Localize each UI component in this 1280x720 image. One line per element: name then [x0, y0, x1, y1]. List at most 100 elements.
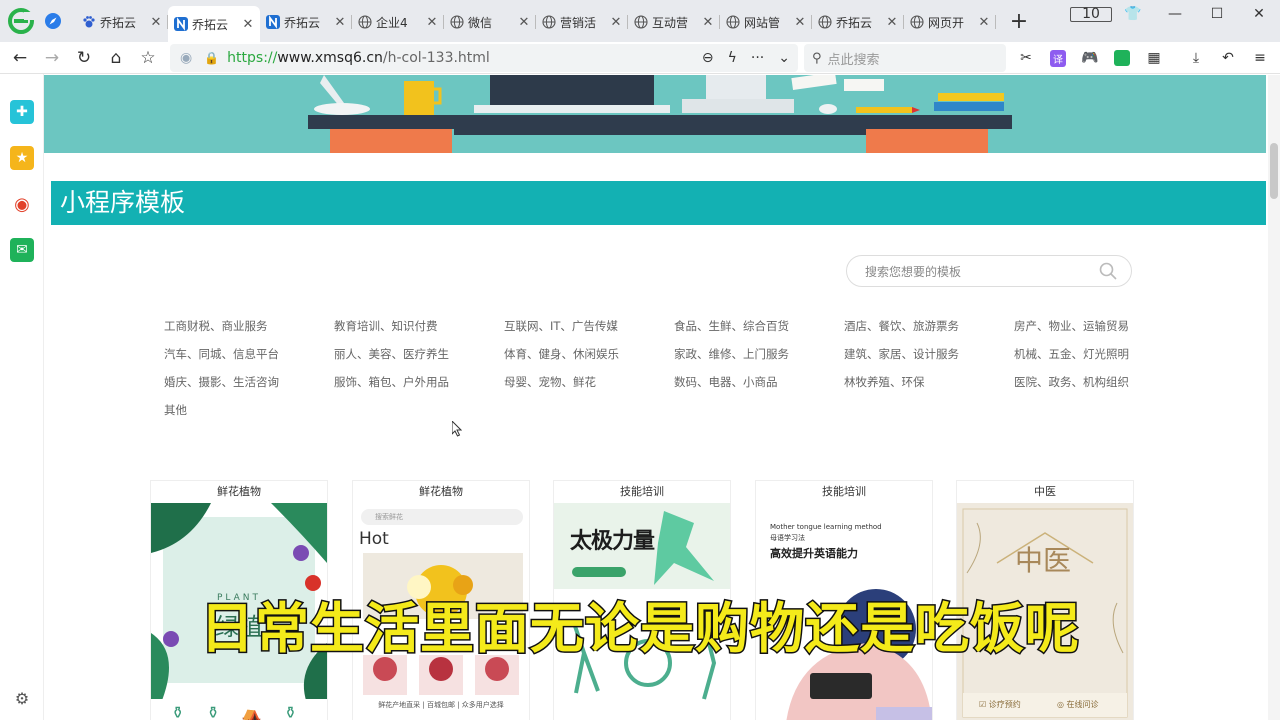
- reload-button[interactable]: ↻: [68, 48, 100, 68]
- sidebar-weibo-icon[interactable]: ◉: [10, 192, 34, 216]
- forward-button[interactable]: →: [36, 48, 68, 68]
- undo-icon[interactable]: ↶: [1218, 48, 1238, 68]
- card-image-footer: 鲜花产地直采 | 百城包邮 | 众多用户选择: [378, 701, 504, 709]
- tab-close-icon[interactable]: ✕: [334, 15, 346, 30]
- browser-logo-icon[interactable]: [8, 8, 34, 34]
- template-search-input[interactable]: 搜索您想要的模板: [846, 255, 1132, 287]
- category-link[interactable]: 服饰、箱包、户外用品: [334, 374, 504, 391]
- category-link[interactable]: 食品、生鲜、综合百货: [674, 318, 844, 335]
- tab-close-icon[interactable]: ✕: [978, 15, 990, 30]
- globe-icon: [542, 15, 560, 29]
- minimize-button[interactable]: —: [1154, 6, 1196, 22]
- category-link[interactable]: 体育、健身、休闲娱乐: [504, 346, 674, 363]
- category-link[interactable]: 互联网、IT、广告传媒: [504, 318, 674, 335]
- site-info-icon[interactable]: ◉: [180, 50, 192, 66]
- reader-icon[interactable]: [1112, 48, 1132, 68]
- tab-close-icon[interactable]: ✕: [610, 15, 622, 30]
- category-link[interactable]: 家政、维修、上门服务: [674, 346, 844, 363]
- globe-icon: [910, 15, 928, 29]
- tab-label: 乔拓云: [192, 17, 229, 32]
- category-link[interactable]: 其他: [164, 402, 334, 419]
- browser-tab[interactable]: 微信 ✕: [444, 6, 536, 38]
- zoom-icon[interactable]: ⊖: [702, 50, 714, 66]
- scrollbar-thumb[interactable]: [1270, 143, 1278, 199]
- card-title: 中医: [1034, 485, 1056, 498]
- category-link[interactable]: 数码、电器、小商品: [674, 374, 844, 391]
- category-link[interactable]: 酒店、餐饮、旅游票务: [844, 318, 1014, 335]
- n-logo-icon: [266, 15, 284, 29]
- browser-tab[interactable]: 互动营 ✕: [628, 6, 720, 38]
- card-image-text: 高效提升英语能力: [770, 547, 858, 560]
- tab-close-icon[interactable]: ✕: [794, 15, 806, 30]
- globe-icon: [450, 15, 468, 29]
- favorites-star-icon[interactable]: ☆: [132, 48, 164, 68]
- category-link[interactable]: 房产、物业、运输贸易: [1014, 318, 1184, 335]
- tab-close-icon[interactable]: ✕: [518, 15, 530, 30]
- browser-tab[interactable]: 企业4 ✕: [352, 6, 444, 38]
- scissors-icon[interactable]: ✂: [1016, 48, 1036, 68]
- translate-icon[interactable]: 译: [1048, 48, 1068, 68]
- home-button[interactable]: ⌂: [100, 48, 132, 68]
- tab-label: 网页开: [928, 15, 965, 30]
- category-link[interactable]: 丽人、美容、医疗养生: [334, 346, 504, 363]
- apps-grid-icon[interactable]: ▦: [1144, 48, 1164, 68]
- menu-icon[interactable]: ≡: [1250, 48, 1270, 68]
- card-title: 鲜花植物: [419, 485, 463, 498]
- baidu-paw-icon: [82, 15, 100, 29]
- template-search-placeholder: 搜索您想要的模板: [865, 264, 962, 279]
- sidebar-settings-gear-icon[interactable]: ⚙: [10, 686, 34, 710]
- tab-count-button[interactable]: 10: [1070, 6, 1112, 22]
- sidebar-mail-icon[interactable]: ✉: [10, 238, 34, 262]
- download-icon[interactable]: ⤓: [1186, 48, 1206, 68]
- game-controller-icon[interactable]: 🎮: [1080, 48, 1100, 68]
- card-image-sub2: 母语学习法: [770, 534, 805, 542]
- category-link[interactable]: 汽车、同城、信息平台: [164, 346, 334, 363]
- pinned-tab-compass-icon[interactable]: [40, 8, 66, 34]
- browser-tab[interactable]: 网站管 ✕: [720, 6, 812, 38]
- tab-close-icon[interactable]: ✕: [886, 15, 898, 30]
- category-link[interactable]: 建筑、家居、设计服务: [844, 346, 1014, 363]
- browser-tab[interactable]: 乔拓云 ✕: [76, 6, 168, 38]
- card-footer-left: ☑ 诊疗预约: [979, 700, 1021, 709]
- tab-strip: 乔拓云 ✕ 乔拓云 ✕ 乔拓云 ✕ 企业4 ✕ 微信 ✕ 营销活 ✕ 互动营 ✕ 网站管 ✕ 乔拓云 ✕ 网页开 ✕ …: [0, 0, 1280, 42]
- browser-tab[interactable]: 乔拓云 ✕: [168, 6, 260, 42]
- more-icon[interactable]: ···: [751, 50, 764, 66]
- maximize-button[interactable]: ☐: [1196, 6, 1238, 22]
- address-bar[interactable]: ◉ 🔒 https://www.xmsq6.cn/h-col-133.html …: [170, 44, 798, 72]
- back-button[interactable]: ←: [4, 48, 36, 68]
- search-icon[interactable]: [1099, 262, 1117, 283]
- tab-close-icon[interactable]: ✕: [426, 15, 438, 30]
- category-link[interactable]: 教育培训、知识付费: [334, 318, 504, 335]
- search-placeholder: 点此搜索: [827, 52, 880, 68]
- category-link[interactable]: 工商财税、商业服务: [164, 318, 334, 335]
- tab-close-icon[interactable]: ✕: [702, 15, 714, 30]
- browser-search-box[interactable]: ⚲ 点此搜索: [804, 44, 1006, 72]
- chevron-down-icon[interactable]: ⌄: [778, 50, 790, 66]
- tab-close-icon[interactable]: ✕: [150, 15, 162, 30]
- sidebar-favorites-icon[interactable]: ★: [10, 146, 34, 170]
- toolbar-right: ✂ 译 🎮 ▦ ⤓ ↶ ≡: [1016, 48, 1270, 68]
- url-scheme: https://: [227, 50, 278, 66]
- window-controls: 10 👕 — ☐ ✕: [1070, 0, 1280, 28]
- new-tab-button[interactable]: +: [1006, 9, 1032, 34]
- category-link[interactable]: 医院、政务、机构组织: [1014, 374, 1184, 391]
- card-image-text: 中医: [1015, 544, 1072, 577]
- tab-label: 乔拓云: [284, 15, 321, 30]
- card-footer-right: ◎ 在线问诊: [1057, 700, 1099, 709]
- card-title: 鲜花植物: [217, 485, 261, 498]
- browser-tab[interactable]: 乔拓云 ✕: [812, 6, 904, 38]
- tab-label: 企业4: [376, 15, 408, 30]
- section-title: 小程序模板: [51, 181, 1266, 225]
- skin-shirt-icon[interactable]: 👕: [1112, 6, 1154, 22]
- tab-close-icon[interactable]: ✕: [242, 17, 254, 32]
- browser-tab[interactable]: 乔拓云 ✕: [260, 6, 352, 38]
- close-window-button[interactable]: ✕: [1238, 6, 1280, 22]
- category-link[interactable]: 婚庆、摄影、生活咨询: [164, 374, 334, 391]
- browser-tab[interactable]: 营销活 ✕: [536, 6, 628, 38]
- browser-tab[interactable]: 网页开 ✕: [904, 6, 996, 38]
- sidebar-plus-icon[interactable]: ✚: [10, 100, 34, 124]
- category-link[interactable]: 林牧养殖、环保: [844, 374, 1014, 391]
- category-link[interactable]: 母婴、宠物、鲜花: [504, 374, 674, 391]
- lightning-icon[interactable]: ϟ: [728, 50, 737, 66]
- category-link[interactable]: 机械、五金、灯光照明: [1014, 346, 1184, 363]
